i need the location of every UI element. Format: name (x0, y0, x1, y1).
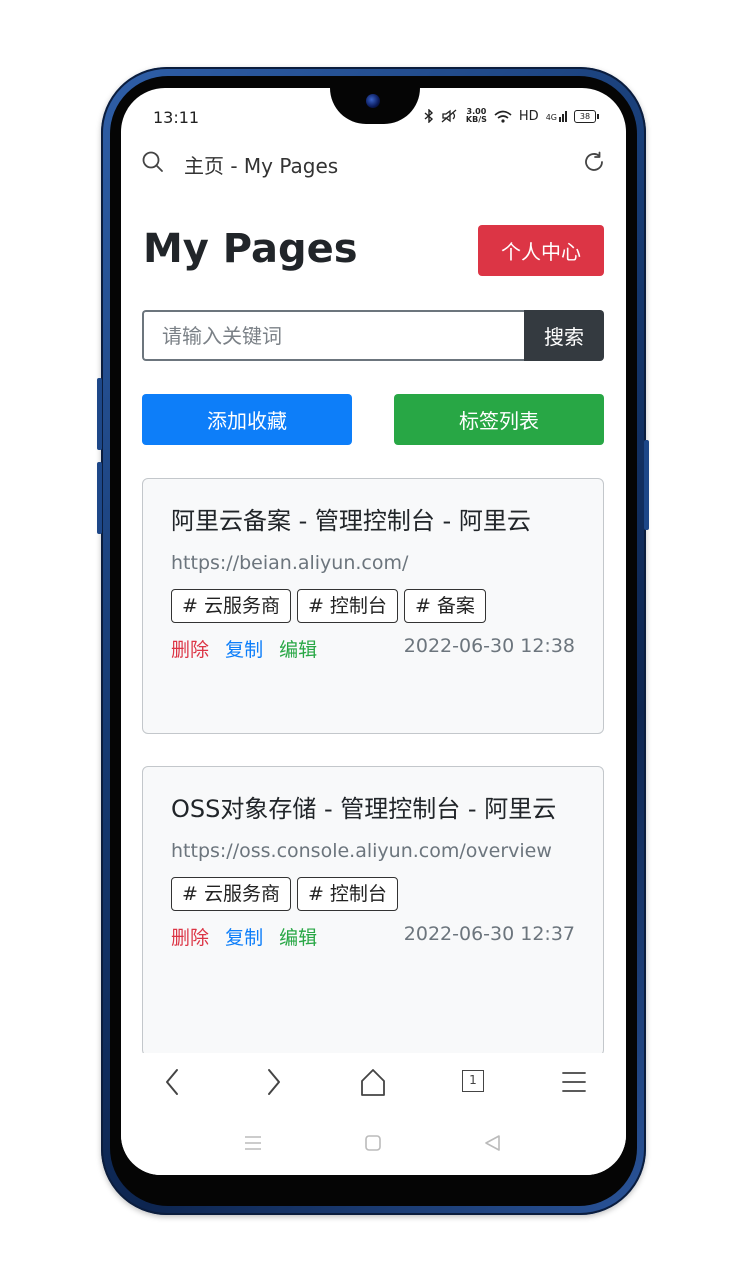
status-icons: 3.00 KB/S HD 4G 38 (424, 108, 599, 124)
tab-count: 1 (469, 1073, 477, 1087)
bookmark-title[interactable]: 阿里云备案 - 管理控制台 - 阿里云 (171, 505, 575, 538)
tag[interactable]: # 控制台 (296, 877, 398, 911)
edit-link[interactable]: 编辑 (279, 927, 317, 949)
bluetooth-icon (424, 109, 433, 123)
speed-unit: KB/S (465, 115, 487, 124)
screen: 13:11 3.00 KB/S HD 4G 38 主页 - My Pages M… (121, 88, 626, 1175)
search-form: 搜索 (142, 310, 604, 361)
delete-link[interactable]: 删除 (171, 639, 209, 661)
tag-list: # 云服务商 # 控制台 # 备案 (171, 589, 575, 623)
edit-link[interactable]: 编辑 (279, 639, 317, 661)
bookmark-url[interactable]: https://beian.aliyun.com/ (171, 548, 575, 579)
copy-link[interactable]: 复制 (225, 927, 263, 949)
tabs-icon[interactable]: 1 (462, 1070, 484, 1092)
tag[interactable]: # 云服务商 (171, 877, 291, 911)
copy-link[interactable]: 复制 (225, 639, 263, 661)
forward-icon[interactable] (261, 1067, 285, 1097)
hd-label: HD (518, 108, 539, 124)
delete-link[interactable]: 删除 (171, 927, 209, 949)
back-button-icon[interactable] (483, 1133, 503, 1153)
tag[interactable]: # 控制台 (296, 589, 398, 623)
bookmark-date: 2022-06-30 12:37 (403, 923, 575, 945)
volume-button (97, 462, 102, 534)
menu-icon[interactable] (561, 1067, 587, 1097)
tag-list-button[interactable]: 标签列表 (394, 394, 604, 445)
battery-icon: 38 (574, 109, 599, 123)
battery-level: 38 (579, 111, 591, 121)
mute-icon (441, 109, 457, 123)
signal-bar (565, 110, 567, 122)
network-speed: 3.00 KB/S (466, 108, 487, 124)
network-type: 4G (545, 112, 557, 122)
user-center-button[interactable]: 个人中心 (478, 225, 604, 276)
card-actions: 删除 复制 编辑 2022-06-30 12:37 (171, 923, 575, 953)
power-button (644, 440, 649, 530)
signal-icon: 4G (545, 110, 567, 122)
system-nav-bar (121, 1113, 626, 1175)
status-time: 13:11 (153, 108, 200, 127)
signal-bar (562, 113, 564, 122)
card-actions: 删除 复制 编辑 2022-06-30 12:38 (171, 635, 575, 665)
bookmark-card: OSS对象存储 - 管理控制台 - 阿里云 https://oss.consol… (142, 766, 604, 1056)
page-title: My Pages (143, 226, 358, 272)
reload-icon[interactable] (582, 150, 606, 174)
search-icon[interactable] (141, 150, 165, 174)
bookmark-title[interactable]: OSS对象存储 - 管理控制台 - 阿里云 (171, 793, 575, 826)
back-icon[interactable] (161, 1067, 185, 1097)
bookmark-date: 2022-06-30 12:38 (403, 635, 575, 657)
signal-bar (559, 116, 561, 122)
browser-page-title[interactable]: 主页 - My Pages (184, 150, 338, 179)
home-button-icon[interactable] (363, 1133, 383, 1153)
home-icon[interactable] (359, 1067, 387, 1097)
tag-list: # 云服务商 # 控制台 (171, 877, 575, 911)
wifi-icon (494, 110, 512, 123)
recent-apps-icon[interactable] (243, 1133, 263, 1153)
volume-button (97, 378, 102, 450)
search-button[interactable]: 搜索 (524, 310, 604, 361)
camera-icon (366, 94, 380, 108)
tag[interactable]: # 备案 (403, 589, 486, 623)
add-bookmark-button[interactable]: 添加收藏 (142, 394, 352, 445)
tag[interactable]: # 云服务商 (171, 589, 291, 623)
bookmark-card: 阿里云备案 - 管理控制台 - 阿里云 https://beian.aliyun… (142, 478, 604, 734)
browser-address-bar[interactable]: 主页 - My Pages (121, 146, 626, 182)
search-input[interactable] (142, 310, 524, 361)
bookmark-url[interactable]: https://oss.console.aliyun.com/overview (171, 836, 575, 867)
browser-bottom-nav: 1 (121, 1053, 626, 1113)
